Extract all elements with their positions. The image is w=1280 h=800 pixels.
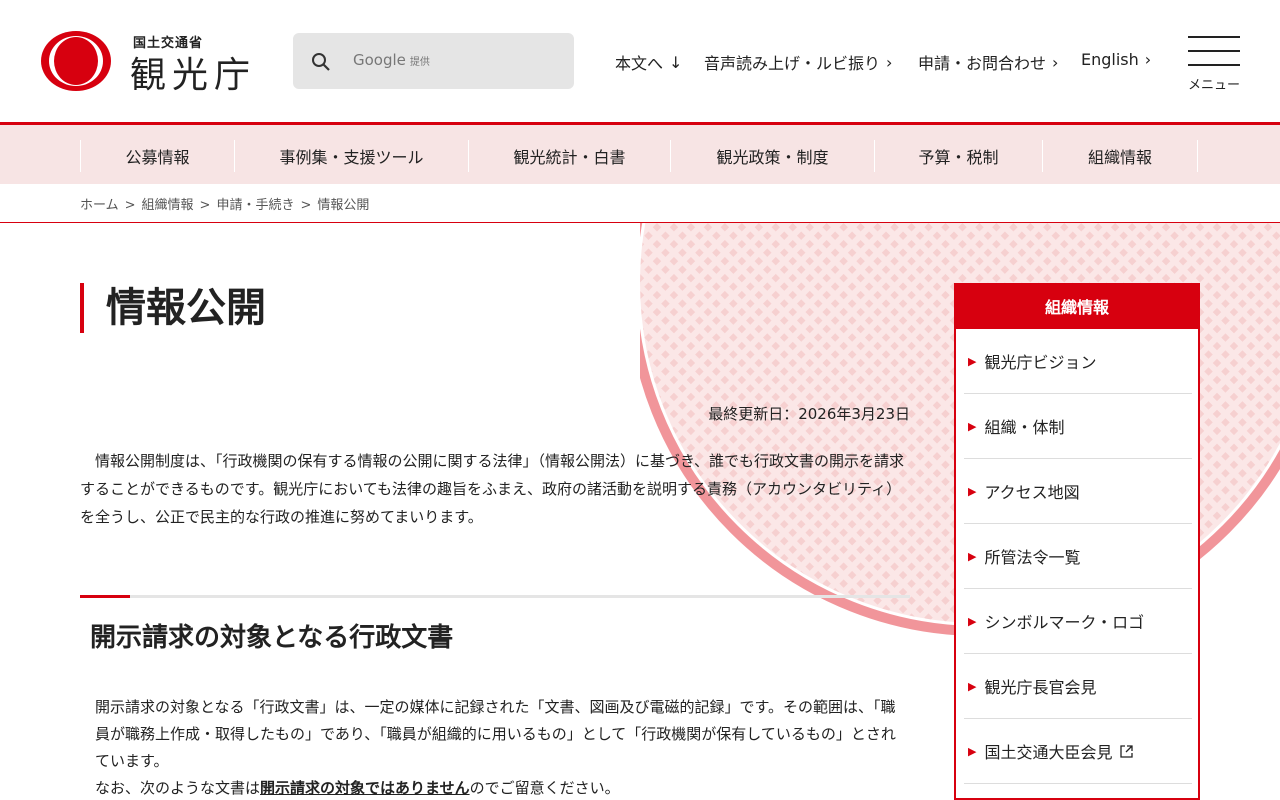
- search-box[interactable]: Google 提供: [293, 33, 574, 89]
- sidebar-item-access-map[interactable]: ▶ アクセス地図: [964, 459, 1192, 524]
- note-post: のでご留意ください。: [469, 779, 620, 797]
- section-divider: [80, 595, 910, 598]
- section-paragraph-1: 開示請求の対象となる「行政文書」は、一定の媒体に記録された「文書、図画及び電磁的…: [95, 698, 896, 770]
- external-link-icon: [1120, 744, 1134, 758]
- breadcrumb-separator: >: [199, 198, 211, 213]
- sidebar-title[interactable]: 組織情報: [956, 285, 1198, 329]
- sidebar-item-organization[interactable]: ▶ 組織・体制: [964, 394, 1192, 459]
- sidebar-item-label: 国土交通大臣会見: [984, 743, 1113, 762]
- chevron-right-icon: ›: [1052, 52, 1059, 72]
- sidebar-item-label: 観光庁ビジョン: [984, 353, 1097, 372]
- page-title: 情報公開: [80, 283, 266, 333]
- gnav-item-soshiki[interactable]: 組織情報: [1042, 140, 1198, 172]
- triangle-right-icon: ▶: [968, 549, 977, 563]
- logo-agency-text[interactable]: 観光庁: [130, 46, 256, 98]
- sidebar-item-laws[interactable]: ▶ 所管法令一覧: [964, 524, 1192, 589]
- arrow-down-icon: ↓: [669, 52, 683, 72]
- note-emphasis: 開示請求の対象ではありません: [260, 779, 470, 797]
- breadcrumb-separator: >: [300, 198, 312, 213]
- breadcrumb-current: 情報公開: [317, 198, 370, 213]
- gnav-item-koubo[interactable]: 公募情報: [80, 140, 234, 172]
- breadcrumb-shinsei[interactable]: 申請・手続き: [216, 198, 294, 213]
- sidebar-item-symbol-logo[interactable]: ▶ シンボルマーク・ロゴ: [964, 589, 1192, 654]
- section-paragraph-2: なお、次のような文書は開示請求の対象ではありませんのでご留意ください。: [80, 775, 910, 800]
- gnav-item-yosan[interactable]: 予算・税制: [874, 140, 1042, 172]
- gnav-item-jireishu[interactable]: 事例集・支援ツール: [234, 140, 468, 172]
- english-link[interactable]: English ›: [1081, 50, 1151, 69]
- site-header: 国土交通省 観光庁 Google 提供 本文へ ↓ 音声読み上げ・ルビ振り › 申請・…: [0, 0, 1280, 122]
- sidebar-item-commissioner-press[interactable]: ▶ 観光庁長官会見: [964, 654, 1192, 719]
- chevron-right-icon: ›: [1144, 50, 1152, 69]
- skip-to-content-link[interactable]: 本文へ ↓: [615, 50, 682, 74]
- menu-label: メニュー: [1188, 78, 1241, 93]
- sidebar: 組織情報 ▶ 観光庁ビジョン ▶ 組織・体制 ▶ アクセス地図 ▶ 所管法令一覧 ▶ シン…: [954, 283, 1200, 800]
- intro-paragraph: 情報公開制度は、「行政機関の保有する情報の公開に関する法律」（情報公開法）に基づ…: [80, 452, 904, 526]
- gnav-item-seisaku[interactable]: 観光政策・制度: [670, 140, 874, 172]
- breadcrumb: ホーム > 組織情報 > 申請・手続き > 情報公開: [80, 194, 369, 213]
- sidebar-item-vision[interactable]: ▶ 観光庁ビジョン: [964, 329, 1192, 394]
- breadcrumb-separator: >: [124, 198, 136, 213]
- section-divider-accent: [80, 595, 130, 598]
- triangle-right-icon: ▶: [968, 679, 977, 693]
- search-icon[interactable]: [311, 52, 331, 72]
- gnav-item-toukei[interactable]: 観光統計・白書: [468, 140, 670, 172]
- hamburger-bar: [1188, 50, 1240, 52]
- hamburger-icon: [1188, 36, 1240, 38]
- search-placeholder: Google 提供: [353, 51, 430, 69]
- triangle-right-icon: ▶: [968, 419, 977, 433]
- sidebar-item-label: 観光庁長官会見: [984, 678, 1097, 697]
- section-paragraph: 開示請求の対象となる「行政文書」は、一定の媒体に記録された「文書、図画及び電磁的…: [80, 694, 910, 800]
- contact-link[interactable]: 申請・お問合わせ ›: [918, 50, 1058, 74]
- chevron-right-icon: ›: [886, 52, 893, 72]
- breadcrumb-home[interactable]: ホーム: [80, 198, 119, 213]
- global-nav: 公募情報 事例集・支援ツール 観光統計・白書 観光政策・制度 予算・税制 組織情…: [0, 122, 1280, 184]
- triangle-right-icon: ▶: [968, 354, 977, 368]
- sidebar-item-label: シンボルマーク・ロゴ: [984, 613, 1145, 632]
- breadcrumb-soshiki[interactable]: 組織情報: [142, 198, 194, 213]
- sidebar-item-minister-press[interactable]: ▶ 国土交通大臣会見: [964, 719, 1192, 784]
- menu-button[interactable]: メニュー: [1188, 36, 1240, 96]
- triangle-right-icon: ▶: [968, 614, 977, 628]
- hamburger-bar: [1188, 64, 1240, 66]
- triangle-right-icon: ▶: [968, 744, 977, 758]
- note-pre: なお、次のような文書は: [95, 779, 261, 797]
- last-updated: 最終更新日：2026年3月23日: [708, 405, 910, 423]
- sidebar-item-label: 所管法令一覧: [984, 548, 1081, 567]
- section-heading: 開示請求の対象となる行政文書: [90, 623, 454, 653]
- jta-logo-icon[interactable]: [40, 30, 112, 92]
- sidebar-item-label: 組織・体制: [984, 418, 1065, 437]
- speech-ruby-link[interactable]: 音声読み上げ・ルビ振り ›: [704, 50, 892, 74]
- triangle-right-icon: ▶: [968, 484, 977, 498]
- sidebar-item-label: アクセス地図: [984, 483, 1080, 502]
